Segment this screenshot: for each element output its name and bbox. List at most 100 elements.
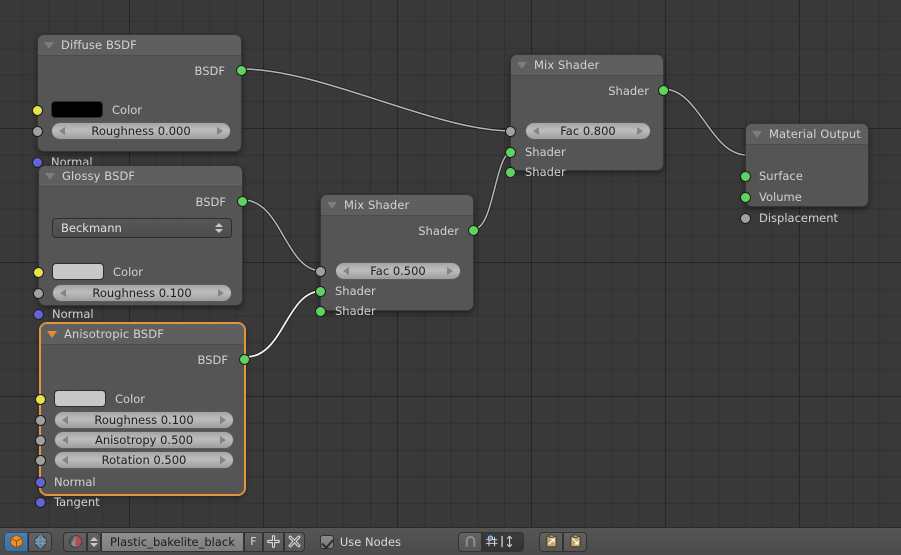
- snap-mode-icon: [486, 535, 513, 548]
- slider-right-arrow-icon[interactable]: [220, 456, 226, 464]
- snap-magnet-button[interactable]: [458, 531, 483, 552]
- node-header-material-output[interactable]: Material Output: [746, 124, 868, 145]
- use-nodes-checkbox[interactable]: [319, 534, 334, 549]
- snap-mode-button[interactable]: [482, 531, 525, 552]
- world-shader-button[interactable]: [28, 531, 52, 552]
- slider-glossy-roughness[interactable]: Roughness 0.100: [52, 284, 232, 302]
- node-header-anisotropic[interactable]: Anisotropic BSDF: [41, 324, 244, 345]
- slider-diffuse-roughness[interactable]: Roughness 0.000: [51, 122, 231, 140]
- slider-left-arrow-icon[interactable]: [62, 436, 68, 444]
- node-mix-shader-upper[interactable]: Mix Shader Shader Fac 0.800 Shader Shade…: [505, 54, 669, 179]
- socket-diffuse-out-bsdf[interactable]: [236, 65, 247, 76]
- socket-material-output-in-volume[interactable]: [740, 192, 751, 203]
- slider-right-arrow-icon[interactable]: [220, 416, 226, 424]
- socket-mix-upper-in-shader2[interactable]: [505, 167, 516, 178]
- copy-to-clipboard-button[interactable]: [539, 531, 564, 552]
- socket-anisotropic-in-roughness[interactable]: [35, 415, 46, 426]
- socket-glossy-out-bsdf[interactable]: [237, 196, 248, 207]
- node-anisotropic-bsdf[interactable]: Anisotropic BSDF BSDF Color Roughness 0.…: [35, 323, 250, 509]
- material-browse-arrows-button[interactable]: [87, 531, 101, 552]
- collapse-triangle-icon[interactable]: [752, 130, 762, 138]
- node-header-diffuse[interactable]: Diffuse BSDF: [38, 35, 241, 56]
- socket-anisotropic-in-normal[interactable]: [35, 477, 46, 488]
- socket-anisotropic-in-rotation[interactable]: [35, 455, 46, 466]
- socket-anisotropic-in-tangent[interactable]: [35, 497, 46, 508]
- unlink-material-button[interactable]: [283, 531, 305, 552]
- copy-paste-controls[interactable]: [539, 531, 588, 552]
- socket-glossy-in-roughness[interactable]: [33, 288, 44, 299]
- slider-anisotropic-roughness[interactable]: Roughness 0.100: [54, 411, 234, 429]
- slider-left-arrow-icon[interactable]: [62, 456, 68, 464]
- input-label-anisotropic-normal: Normal: [54, 474, 96, 489]
- input-label-row-mix-lower-shader1: Shader: [335, 282, 376, 299]
- slider-right-arrow-icon[interactable]: [637, 127, 643, 135]
- socket-material-output-in-displacement[interactable]: [740, 213, 751, 224]
- socket-anisotropic-in-anisotropy[interactable]: [35, 435, 46, 446]
- socket-mix-lower-in-shader2[interactable]: [315, 306, 326, 317]
- socket-diffuse-in-roughness[interactable]: [32, 126, 43, 137]
- output-label-mix-lower-shader: Shader: [418, 223, 459, 238]
- slider-anisotropic-anisotropy[interactable]: Anisotropy 0.500: [54, 431, 234, 449]
- dropdown-arrows-icon[interactable]: [215, 223, 223, 233]
- socket-anisotropic-out-bsdf[interactable]: [239, 354, 250, 365]
- input-label-row-anisotropic-normal: Normal: [54, 473, 96, 490]
- node-editor-canvas[interactable]: Diffuse BSDF BSDF Color Roughness 0.000: [0, 0, 901, 527]
- socket-mix-lower-in-shader1[interactable]: [315, 286, 326, 297]
- node-header-mix-shader-upper[interactable]: Mix Shader: [511, 55, 663, 76]
- object-shader-button[interactable]: [4, 531, 28, 552]
- socket-glossy-in-color[interactable]: [33, 267, 44, 278]
- output-row-diffuse-bsdf: BSDF: [195, 62, 225, 79]
- dropdown-glossy-distribution[interactable]: Beckmann: [52, 218, 232, 238]
- slider-right-arrow-icon[interactable]: [447, 267, 453, 275]
- slider-left-arrow-icon[interactable]: [59, 127, 65, 135]
- node-header-mix-shader-lower[interactable]: Mix Shader: [321, 195, 473, 216]
- socket-mix-upper-in-fac[interactable]: [505, 126, 516, 137]
- slider-value-glossy-roughness: Roughness 0.100: [92, 286, 192, 300]
- collapse-triangle-icon[interactable]: [517, 61, 527, 69]
- color-swatch-anisotropic[interactable]: [54, 390, 106, 407]
- slider-left-arrow-icon[interactable]: [60, 289, 66, 297]
- slider-right-arrow-icon[interactable]: [220, 436, 226, 444]
- material-name-text: Plastic_bakelite_black: [110, 534, 235, 549]
- use-nodes-toggle[interactable]: Use Nodes: [319, 534, 401, 549]
- slider-right-arrow-icon[interactable]: [217, 127, 223, 135]
- collapse-triangle-icon[interactable]: [47, 330, 57, 338]
- material-browse-button[interactable]: [63, 531, 87, 552]
- node-material-output[interactable]: Material Output Surface Volume Displacem…: [740, 123, 869, 225]
- link-anisotropic-to-mix-lower-core: [245, 290, 323, 358]
- socket-diffuse-in-color[interactable]: [32, 105, 43, 116]
- socket-mix-lower-in-fac[interactable]: [315, 266, 326, 277]
- material-name-field[interactable]: Plastic_bakelite_black: [101, 531, 244, 552]
- node-glossy-bsdf[interactable]: Glossy BSDF BSDF Beckmann Color Roughnes…: [33, 165, 248, 321]
- slider-mix-upper-fac[interactable]: Fac 0.800: [525, 122, 651, 140]
- collapse-triangle-icon[interactable]: [45, 172, 55, 180]
- input-label-row-material-output-surface: Surface: [759, 167, 803, 184]
- socket-glossy-in-normal[interactable]: [33, 309, 44, 320]
- input-label-diffuse-color: Color: [112, 102, 143, 117]
- socket-mix-lower-out-shader[interactable]: [468, 225, 479, 236]
- material-datablock-selector[interactable]: Plastic_bakelite_black F: [63, 531, 305, 552]
- slider-anisotropic-rotation[interactable]: Rotation 0.500: [54, 451, 234, 469]
- collapse-triangle-icon[interactable]: [327, 201, 337, 209]
- shader-type-selector[interactable]: [4, 531, 52, 552]
- node-diffuse-bsdf[interactable]: Diffuse BSDF BSDF Color Roughness 0.000: [32, 34, 247, 169]
- color-swatch-glossy[interactable]: [52, 263, 104, 280]
- collapse-triangle-icon[interactable]: [44, 41, 54, 49]
- slider-right-arrow-icon[interactable]: [218, 289, 224, 297]
- socket-material-output-in-surface[interactable]: [740, 171, 751, 182]
- slider-left-arrow-icon[interactable]: [533, 127, 539, 135]
- slider-mix-lower-fac[interactable]: Fac 0.500: [335, 262, 461, 280]
- fake-user-button[interactable]: F: [243, 531, 263, 552]
- socket-anisotropic-in-color[interactable]: [35, 394, 46, 405]
- snapping-controls[interactable]: [458, 531, 525, 552]
- input-label-row-mix-lower-shader2: Shader: [335, 302, 376, 319]
- node-header-glossy[interactable]: Glossy BSDF: [39, 166, 242, 187]
- slider-left-arrow-icon[interactable]: [343, 267, 349, 275]
- new-material-button[interactable]: [262, 531, 284, 552]
- socket-mix-upper-in-shader1[interactable]: [505, 147, 516, 158]
- paste-from-clipboard-button[interactable]: [563, 531, 588, 552]
- color-swatch-diffuse[interactable]: [51, 101, 103, 118]
- socket-mix-upper-out-shader[interactable]: [658, 85, 669, 96]
- node-mix-shader-lower[interactable]: Mix Shader Shader Fac 0.500 Shader Shade…: [315, 194, 479, 318]
- slider-left-arrow-icon[interactable]: [62, 416, 68, 424]
